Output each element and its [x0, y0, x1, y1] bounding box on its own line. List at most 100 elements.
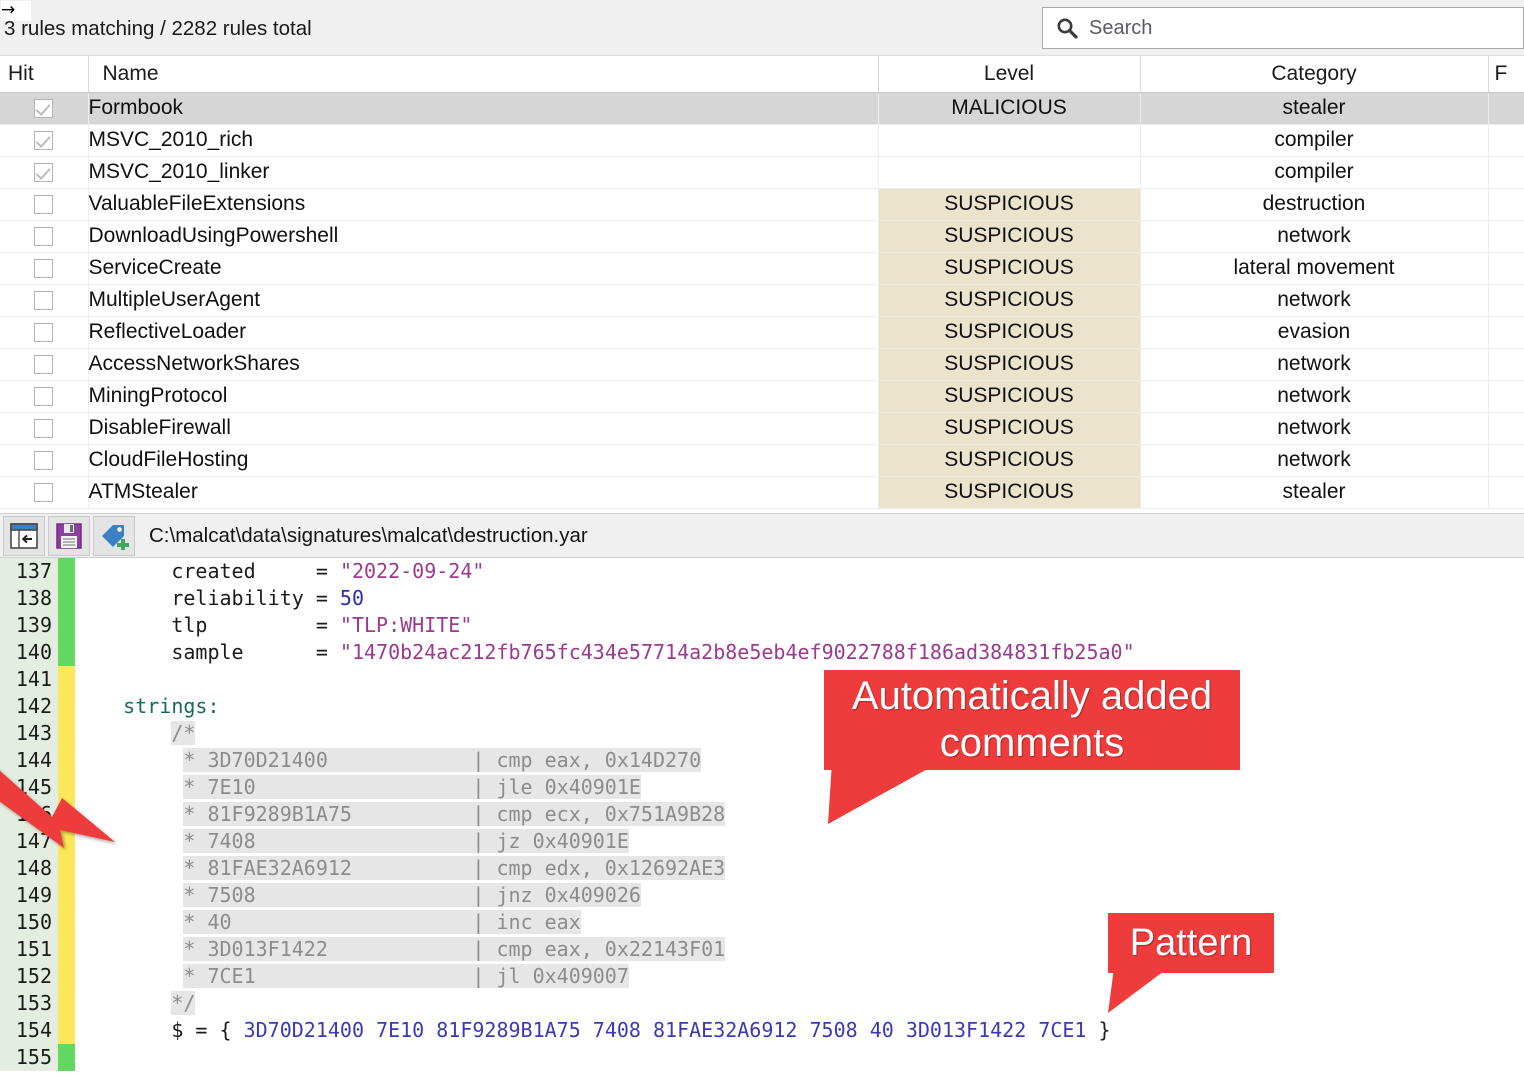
code-line[interactable]: 142 strings: [0, 693, 1524, 720]
checkbox-unchecked[interactable] [34, 226, 54, 246]
row-category-cell: lateral movement [1140, 252, 1489, 285]
code-line[interactable]: 150 * 40 | inc eax [0, 909, 1524, 936]
search-input[interactable]: Search [1042, 7, 1524, 49]
code-line[interactable]: 140 sample = "1470b24ac212fb765fc434e577… [0, 639, 1524, 666]
table-row[interactable]: MSVC_2010_linker compiler [0, 156, 1524, 189]
checkbox-unchecked[interactable] [34, 290, 54, 310]
row-hit-cell[interactable] [0, 124, 89, 157]
code-line[interactable]: 155 [0, 1044, 1524, 1071]
code-line[interactable]: 138 reliability = 50 [0, 585, 1524, 612]
code-line[interactable]: 141 [0, 666, 1524, 693]
table-row[interactable]: ServiceCreate SUSPICIOUS lateral movement [0, 252, 1524, 285]
line-change-marker [58, 1044, 75, 1071]
table-row[interactable]: Formbook MALICIOUS stealer [0, 92, 1524, 125]
row-hit-cell[interactable] [0, 348, 89, 381]
table-row[interactable]: AccessNetworkShares SUSPICIOUS network [0, 348, 1524, 381]
checkbox-checked[interactable] [34, 130, 54, 150]
row-level-cell [878, 156, 1141, 189]
row-hit-cell[interactable] [0, 476, 89, 509]
table-row[interactable]: MultipleUserAgent SUSPICIOUS network [0, 284, 1524, 317]
code-line[interactable]: 149 * 7508 | jnz 0x409026 [0, 882, 1524, 909]
row-name-cell: MSVC_2010_rich [88, 124, 879, 157]
checkbox-unchecked[interactable] [34, 450, 54, 470]
callout-pattern-tail [1108, 968, 1168, 1013]
column-header-level[interactable]: Level [878, 56, 1141, 93]
row-name-cell: DownloadUsingPowershell [88, 220, 879, 253]
table-row[interactable]: DisableFirewall SUSPICIOUS network [0, 412, 1524, 445]
line-change-marker [58, 936, 75, 963]
code-line[interactable]: 146 * 81F9289B1A75 | cmp ecx, 0x751A9B28 [0, 801, 1524, 828]
table-row[interactable]: MSVC_2010_rich compiler [0, 124, 1524, 157]
line-change-marker [58, 990, 75, 1017]
row-category-cell: compiler [1140, 124, 1489, 157]
checkbox-checked[interactable] [34, 98, 54, 118]
rules-table: Hit Name Level Category F Formbook MALICI… [0, 56, 1524, 509]
row-category-cell: network [1140, 380, 1489, 413]
top-status-bar: → 3 rules matching / 2282 rules total Se… [0, 0, 1524, 56]
checkbox-unchecked[interactable] [34, 354, 54, 374]
code-editor[interactable]: 137 created = "2022-09-24" 138 reliabilit… [0, 558, 1524, 1077]
row-name-cell: ATMStealer [88, 476, 879, 509]
line-number: 138 [0, 585, 58, 612]
column-header-file[interactable]: F [1488, 56, 1524, 93]
table-row[interactable]: DownloadUsingPowershell SUSPICIOUS network [0, 220, 1524, 253]
row-hit-cell[interactable] [0, 92, 89, 125]
code-line-text: reliability = 50 [171, 586, 365, 610]
row-level-cell [878, 124, 1141, 157]
checkbox-unchecked[interactable] [34, 194, 54, 214]
table-row[interactable]: ReflectiveLoader SUSPICIOUS evasion [0, 316, 1524, 349]
column-header-hit[interactable]: Hit [0, 56, 89, 93]
row-hit-cell[interactable] [0, 220, 89, 253]
column-header-category[interactable]: Category [1140, 56, 1489, 93]
add-tag-button[interactable] [93, 515, 135, 556]
code-line[interactable]: 144 * 3D70D21400 | cmp eax, 0x14D270 [0, 747, 1524, 774]
row-hit-cell[interactable] [0, 252, 89, 285]
checkbox-unchecked[interactable] [34, 386, 54, 406]
code-line[interactable]: 152 * 7CE1 | jl 0x409007 [0, 963, 1524, 990]
code-line-text: /* [171, 721, 196, 745]
row-hit-cell[interactable] [0, 380, 89, 413]
save-button[interactable] [48, 515, 90, 556]
row-hit-cell[interactable] [0, 188, 89, 221]
rules-table-container[interactable]: Hit Name Level Category F Formbook MALICI… [0, 56, 1524, 511]
checkbox-checked[interactable] [34, 162, 54, 182]
row-hit-cell[interactable] [0, 156, 89, 189]
code-line[interactable]: 154 $ = { 3D70D21400 7E10 81F9289B1A75 7… [0, 1017, 1524, 1044]
checkbox-unchecked[interactable] [34, 322, 54, 342]
row-level-cell: SUSPICIOUS [878, 380, 1141, 413]
column-header-name[interactable]: Name [88, 56, 879, 93]
line-change-marker [58, 612, 75, 639]
row-name-cell: AccessNetworkShares [88, 348, 879, 381]
checkbox-unchecked[interactable] [34, 418, 54, 438]
checkbox-unchecked[interactable] [34, 258, 54, 278]
row-name-cell: CloudFileHosting [88, 444, 879, 477]
code-line[interactable]: 153 */ [0, 990, 1524, 1017]
table-row[interactable]: ValuableFileExtensions SUSPICIOUS destruct… [0, 188, 1524, 221]
table-row[interactable]: MiningProtocol SUSPICIOUS network [0, 380, 1524, 413]
table-row[interactable]: ATMStealer SUSPICIOUS stealer [0, 476, 1524, 509]
code-line[interactable]: 148 * 81FAE32A6912 | cmp edx, 0x12692AE3 [0, 855, 1524, 882]
row-hit-cell[interactable] [0, 412, 89, 445]
row-hit-cell[interactable] [0, 444, 89, 477]
row-category-cell: network [1140, 412, 1489, 445]
line-number: 139 [0, 612, 58, 639]
code-line[interactable]: 147 * 7408 | jz 0x40901E [0, 828, 1524, 855]
code-line[interactable]: 137 created = "2022-09-24" [0, 558, 1524, 585]
table-row[interactable]: CloudFileHosting SUSPICIOUS network [0, 444, 1524, 477]
row-hit-cell[interactable] [0, 316, 89, 349]
row-file-cell [1488, 476, 1524, 509]
code-line[interactable]: 151 * 3D013F1422 | cmp eax, 0x22143F01 [0, 936, 1524, 963]
code-line[interactable]: 139 tlp = "TLP:WHITE" [0, 612, 1524, 639]
line-number: 155 [0, 1044, 58, 1071]
checkbox-unchecked[interactable] [34, 482, 54, 502]
line-number: 137 [0, 558, 58, 585]
line-number: 140 [0, 639, 58, 666]
goto-back-button[interactable] [3, 515, 45, 556]
code-line[interactable]: 143 /* [0, 720, 1524, 747]
row-hit-cell[interactable] [0, 284, 89, 317]
code-line[interactable]: 145 * 7E10 | jle 0x40901E [0, 774, 1524, 801]
row-level-cell: SUSPICIOUS [878, 412, 1141, 445]
file-path-label: C:\malcat\data\signatures\malcat\destruc… [149, 523, 588, 547]
line-number: 143 [0, 720, 58, 747]
code-line-text: sample = "1470b24ac212fb765fc434e57714a2… [171, 640, 1135, 664]
